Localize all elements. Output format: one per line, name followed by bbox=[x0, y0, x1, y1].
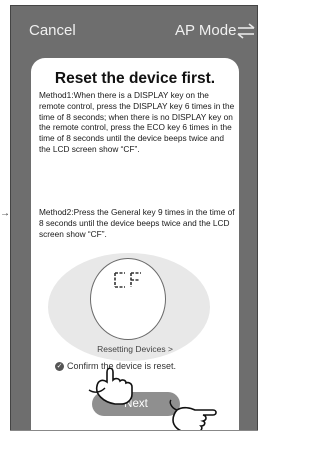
lcd-cf-text bbox=[114, 272, 141, 288]
swap-arrows-icon[interactable] bbox=[237, 23, 255, 39]
method1-text: Method1:When there is a DISPLAY key on t… bbox=[39, 90, 235, 154]
cancel-button[interactable]: Cancel bbox=[29, 22, 76, 39]
check-circle-icon: ✓ bbox=[55, 362, 64, 371]
mode-title: AP Mode bbox=[175, 22, 237, 39]
top-bar: Cancel AP Mode bbox=[11, 6, 257, 46]
pointing-hand-icon bbox=[88, 367, 133, 405]
resetting-devices-link[interactable]: Resetting Devices > bbox=[31, 344, 239, 354]
edge-arrow-mark: → bbox=[0, 208, 10, 219]
phone-screen: Cancel AP Mode Reset the device first. M… bbox=[10, 5, 258, 431]
bottom-divider bbox=[10, 430, 258, 431]
pointing-hand-icon bbox=[169, 399, 217, 430]
method2-text: Method2:Press the General key 9 times in… bbox=[39, 207, 235, 239]
card-title: Reset the device first. bbox=[54, 70, 216, 87]
lcd-display bbox=[90, 258, 166, 340]
